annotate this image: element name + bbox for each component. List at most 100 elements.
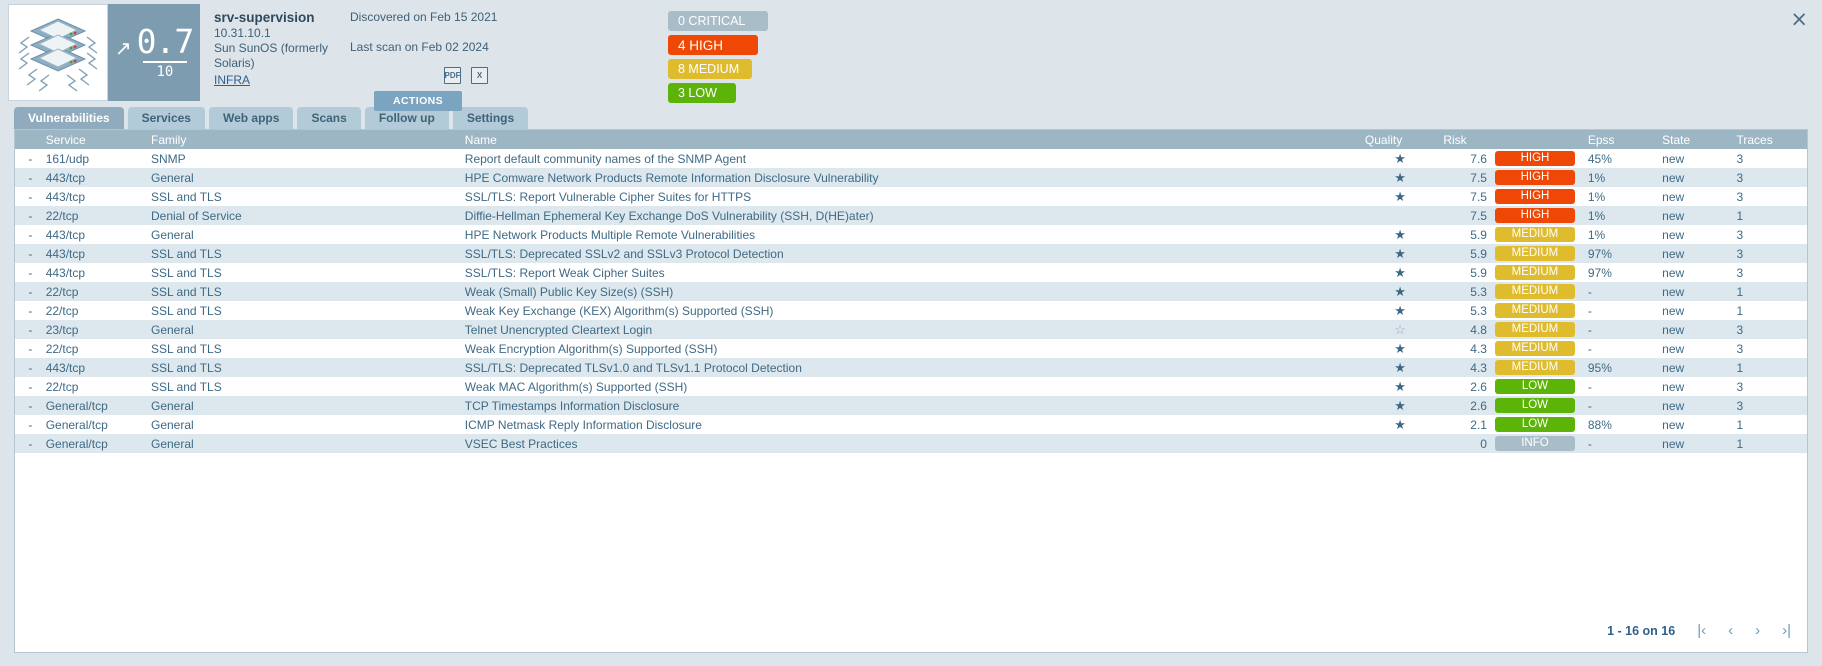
vulnerability-name-cell[interactable]: TCP Timestamps Information Disclosure [457, 396, 1357, 415]
column-header-state[interactable]: State [1654, 130, 1729, 149]
expand-cell[interactable]: - [15, 263, 38, 282]
table-row[interactable]: -22/tcp Denial of Service Diffie-Hellman E… [15, 206, 1807, 225]
column-header-expand[interactable] [15, 130, 38, 149]
column-header-risk[interactable]: Risk [1435, 130, 1487, 149]
asset-tag-link[interactable]: INFRA [214, 72, 250, 89]
star-filled-icon: ★ [1394, 245, 1406, 261]
tab-web-apps[interactable]: Web apps [208, 107, 294, 129]
vulnerability-name-cell[interactable]: Weak Encryption Algorithm(s) Supported (… [457, 339, 1357, 358]
column-header-service[interactable]: Service [37, 130, 143, 149]
table-row[interactable]: -23/tcp General Telnet Unencrypted Clearte… [15, 320, 1807, 339]
star-filled-icon: ★ [1394, 169, 1406, 185]
table-row[interactable]: -22/tcp SSL and TLS Weak (Small) Public Ke… [15, 282, 1807, 301]
expand-cell[interactable]: - [15, 396, 38, 415]
column-header-traces[interactable]: Traces [1728, 130, 1807, 149]
vulnerability-name-cell[interactable]: SSL/TLS: Deprecated TLSv1.0 and TLSv1.1 … [457, 358, 1357, 377]
service-cell: General/tcp [45, 417, 108, 432]
severity-pill-low[interactable]: 3 LOW [668, 83, 736, 103]
state-cell: new [1662, 227, 1685, 242]
expand-cell[interactable]: - [15, 320, 38, 339]
vulnerability-name-link[interactable]: Weak Key Exchange (KEX) Algorithm(s) Sup… [465, 304, 774, 318]
severity-cell: MEDIUM [1487, 301, 1580, 320]
vulnerability-name-cell[interactable]: SSL/TLS: Deprecated SSLv2 and SSLv3 Prot… [457, 244, 1357, 263]
expand-cell[interactable]: - [15, 168, 38, 187]
vulnerability-name-link[interactable]: Telnet Unencrypted Cleartext Login [465, 323, 652, 337]
severity-pill-high[interactable]: 4 HIGH [668, 35, 758, 55]
table-row[interactable]: -443/tcp General HPE Network Products Mult… [15, 225, 1807, 244]
tab-vulnerabilities[interactable]: Vulnerabilities [14, 107, 124, 129]
pagination-last-button[interactable]: ›| [1782, 623, 1791, 638]
vulnerability-name-cell[interactable]: SSL/TLS: Report Vulnerable Cipher Suites… [457, 187, 1357, 206]
expand-cell[interactable]: - [15, 301, 38, 320]
table-row[interactable]: - General/tcp General VSEC Best Practices 0 I… [15, 434, 1807, 453]
vulnerability-name-link[interactable]: SSL/TLS: Report Vulnerable Cipher Suites… [465, 190, 751, 204]
expand-cell[interactable]: - [15, 358, 38, 377]
column-header-name[interactable]: Name [456, 130, 1357, 149]
table-row[interactable]: -443/tcp General HPE Comware Network Produ… [15, 168, 1807, 187]
column-header-family[interactable]: Family [142, 130, 457, 149]
vulnerability-name-link[interactable]: Diffie-Hellman Ephemeral Key Exchange Do… [465, 209, 874, 223]
expand-cell[interactable]: - [15, 187, 38, 206]
vulnerability-name-link[interactable]: HPE Comware Network Products Remote Info… [465, 171, 879, 185]
pagination-prev-button[interactable]: ‹ [1728, 623, 1733, 638]
vulnerability-name-cell[interactable]: Diffie-Hellman Ephemeral Key Exchange Do… [457, 206, 1357, 225]
table-row[interactable]: -22/tcp SSL and TLS Weak Key Exchange (KEX… [15, 301, 1807, 320]
vulnerability-name-link[interactable]: Weak (Small) Public Key Size(s) (SSH) [465, 285, 674, 299]
expand-cell[interactable]: - [15, 244, 38, 263]
vulnerability-name-cell[interactable]: Telnet Unencrypted Cleartext Login [457, 320, 1357, 339]
vulnerability-name-link[interactable]: Weak Encryption Algorithm(s) Supported (… [465, 342, 718, 356]
export-pdf-button[interactable]: PDF [444, 67, 461, 84]
column-header-sev[interactable] [1486, 130, 1580, 149]
table-row[interactable]: -443/tcp SSL and TLS SSL/TLS: Report Vulne… [15, 187, 1807, 206]
vulnerability-name-cell[interactable]: Weak MAC Algorithm(s) Supported (SSH) [457, 377, 1357, 396]
expand-cell[interactable]: - [15, 225, 38, 244]
pagination-next-button[interactable]: › [1755, 623, 1760, 638]
table-row[interactable]: -161/udp SNMP Report default community nam… [15, 149, 1807, 168]
vulnerability-name-cell[interactable]: ICMP Netmask Reply Information Disclosur… [457, 415, 1357, 434]
vulnerability-name-cell[interactable]: Report default community names of the SN… [457, 149, 1357, 168]
expand-cell[interactable]: - [15, 377, 38, 396]
expand-cell[interactable]: - [15, 149, 38, 168]
vulnerability-name-cell[interactable]: Weak (Small) Public Key Size(s) (SSH) [457, 282, 1357, 301]
expand-cell[interactable]: - [15, 415, 38, 434]
vulnerability-name-cell[interactable]: HPE Comware Network Products Remote Info… [457, 168, 1357, 187]
export-xlsx-button[interactable]: X [471, 67, 488, 84]
vulnerability-name-link[interactable]: SSL/TLS: Deprecated TLSv1.0 and TLSv1.1 … [465, 361, 802, 375]
severity-pill-critical[interactable]: 0 CRITICAL [668, 11, 768, 31]
vulnerability-name-cell[interactable]: Weak Key Exchange (KEX) Algorithm(s) Sup… [457, 301, 1357, 320]
expand-cell[interactable]: - [15, 434, 38, 453]
vulnerability-name-link[interactable]: VSEC Best Practices [465, 437, 578, 451]
table-row[interactable]: - General/tcp General TCP Timestamps Inform… [15, 396, 1807, 415]
severity-badge: LOW [1494, 379, 1575, 394]
vulnerability-name-link[interactable]: SSL/TLS: Deprecated SSLv2 and SSLv3 Prot… [465, 247, 784, 261]
vulnerability-name-cell[interactable]: SSL/TLS: Report Weak Cipher Suites [457, 263, 1357, 282]
tab-services[interactable]: Services [127, 107, 205, 129]
severity-badge: MEDIUM [1494, 265, 1575, 280]
actions-button[interactable]: ACTIONS [374, 91, 462, 111]
vulnerability-name-link[interactable]: SSL/TLS: Report Weak Cipher Suites [465, 266, 665, 280]
vulnerability-name-link[interactable]: ICMP Netmask Reply Information Disclosur… [465, 418, 702, 432]
vulnerability-name-cell[interactable]: VSEC Best Practices [457, 434, 1357, 453]
table-row[interactable]: -443/tcp SSL and TLS SSL/TLS: Report Weak … [15, 263, 1807, 282]
table-row[interactable]: -22/tcp SSL and TLS Weak MAC Algorithm(s) … [15, 377, 1807, 396]
vulnerability-name-link[interactable]: HPE Network Products Multiple Remote Vul… [465, 228, 755, 242]
table-row[interactable]: -443/tcp SSL and TLS SSL/TLS: Deprecated S… [15, 244, 1807, 263]
close-icon[interactable]: × [1790, 9, 1808, 30]
table-row[interactable]: -22/tcp SSL and TLS Weak Encryption Algori… [15, 339, 1807, 358]
family-cell: SSL and TLS [150, 341, 222, 356]
column-header-quality[interactable]: Quality [1356, 130, 1436, 149]
table-row[interactable]: -443/tcp SSL and TLS SSL/TLS: Deprecated T… [15, 358, 1807, 377]
expand-cell[interactable]: - [15, 206, 38, 225]
family-cell: SSL and TLS [150, 189, 222, 204]
expand-cell[interactable]: - [15, 339, 38, 358]
risk-cell: 5.9 [1470, 227, 1487, 242]
pagination-first-button[interactable]: |‹ [1697, 623, 1706, 638]
table-row[interactable]: - General/tcp General ICMP Netmask Reply In… [15, 415, 1807, 434]
severity-pill-medium[interactable]: 8 MEDIUM [668, 59, 752, 79]
vulnerability-name-link[interactable]: Report default community names of the SN… [465, 152, 746, 166]
vulnerability-name-link[interactable]: TCP Timestamps Information Disclosure [465, 399, 680, 413]
column-header-epss[interactable]: Epss [1579, 130, 1655, 149]
expand-cell[interactable]: - [15, 282, 38, 301]
vulnerability-name-link[interactable]: Weak MAC Algorithm(s) Supported (SSH) [465, 380, 688, 394]
vulnerability-name-cell[interactable]: HPE Network Products Multiple Remote Vul… [457, 225, 1357, 244]
